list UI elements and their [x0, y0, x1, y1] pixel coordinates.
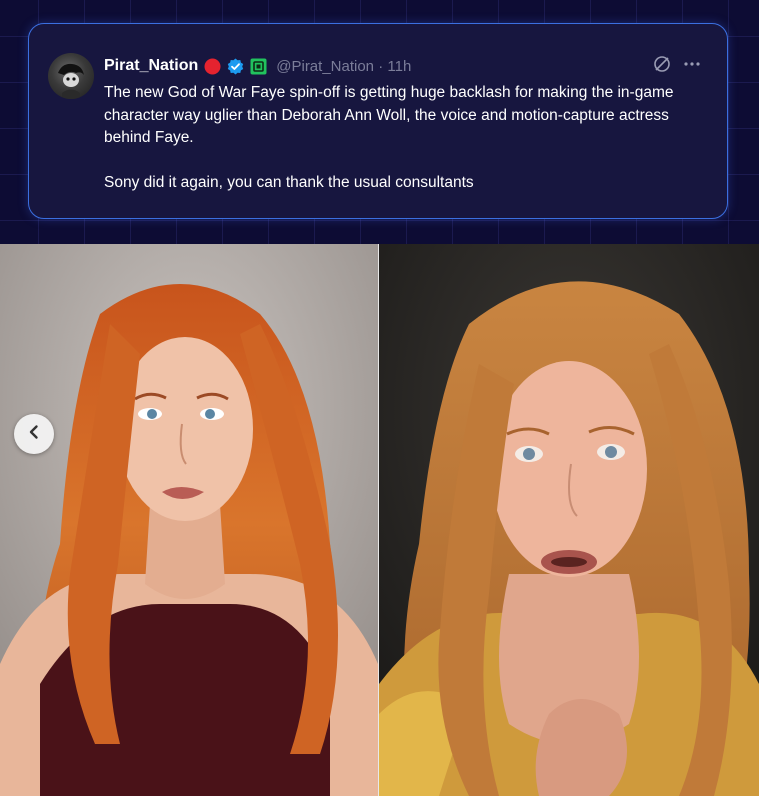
tweet-header: Pirat_Nation @Pirat_Nation · 11h [104, 55, 411, 77]
more-options-icon[interactable] [683, 55, 701, 78]
tweet-paragraph: Sony did it again, you can thank the usu… [104, 173, 474, 191]
prev-arrow-icon [26, 424, 42, 445]
handle[interactable]: @Pirat_Nation · 11h [276, 58, 411, 75]
separator: · [378, 57, 384, 75]
tweet-card[interactable]: Pirat_Nation @Pirat_Nation · 11h The new… [28, 23, 728, 219]
actress-photo[interactable] [0, 244, 378, 796]
timestamp[interactable]: 11h [387, 58, 411, 75]
tweet-actions [653, 55, 701, 78]
red-circle-icon [204, 58, 221, 75]
green-square-icon[interactable] [250, 58, 267, 75]
avatar[interactable] [48, 53, 94, 99]
prev-image-button[interactable] [14, 414, 54, 454]
tweet-text: The new God of War Faye spin-off is gett… [104, 82, 710, 194]
display-name[interactable]: Pirat_Nation [104, 57, 198, 75]
tweet-paragraph: The new God of War Faye spin-off is gett… [104, 84, 674, 146]
verified-badge-icon[interactable] [227, 58, 244, 75]
grok-icon[interactable] [653, 55, 671, 78]
game-character-render[interactable] [379, 244, 759, 796]
